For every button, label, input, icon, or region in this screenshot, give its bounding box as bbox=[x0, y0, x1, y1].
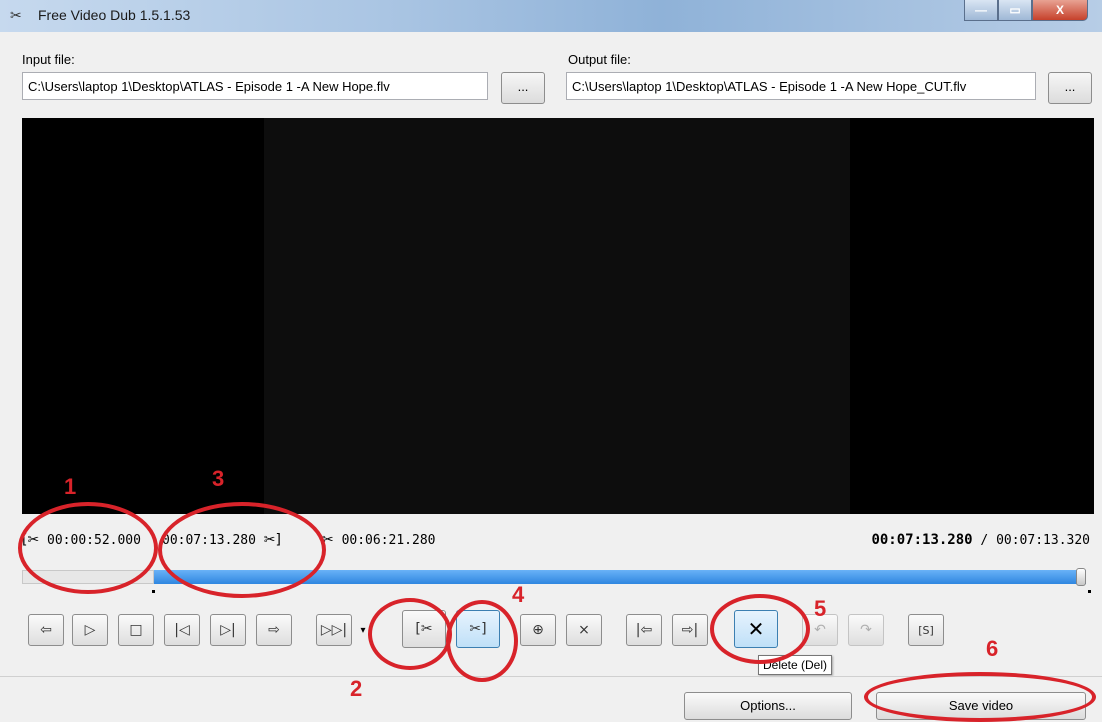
go-to-end-button[interactable]: ▷| bbox=[210, 614, 246, 646]
annotation-ring-2 bbox=[368, 598, 452, 670]
play-button[interactable]: ▷ bbox=[72, 614, 108, 646]
window-title: Free Video Dub 1.5.1.53 bbox=[38, 7, 191, 23]
go-selection-end-button[interactable]: ⇨| bbox=[672, 614, 708, 646]
current-time: 00:07:13.280 bbox=[871, 532, 973, 548]
next-frame-button[interactable]: ⇨ bbox=[256, 614, 292, 646]
stop-icon: □ bbox=[129, 622, 143, 638]
stop-button[interactable]: □ bbox=[118, 614, 154, 646]
trim-button[interactable]: ⨯ bbox=[566, 614, 602, 646]
video-frame bbox=[264, 118, 850, 514]
annotation-number-5: 5 bbox=[814, 596, 827, 621]
scissors-icon: ✂ bbox=[10, 7, 22, 23]
jump-start-icon: |⇦ bbox=[635, 622, 653, 638]
minimize-button[interactable]: — bbox=[964, 0, 998, 21]
trim-icon: ⨯ bbox=[578, 622, 590, 638]
selection-duration: ✂ 00:06:21.280 bbox=[322, 532, 435, 548]
output-file-label: Output file: bbox=[568, 52, 631, 67]
jump-end-icon: ⇨| bbox=[681, 622, 699, 638]
annotation-ring-5 bbox=[710, 594, 810, 664]
close-button[interactable]: X bbox=[1032, 0, 1088, 21]
annotation-number-3: 3 bbox=[212, 466, 225, 491]
output-file-field[interactable]: C:\Users\laptop 1\Desktop\ATLAS - Episod… bbox=[566, 72, 1036, 100]
annotation-ring-3 bbox=[158, 502, 326, 598]
redo-icon: ↷ bbox=[860, 622, 872, 638]
title-bar: ✂ Free Video Dub 1.5.1.53 — ▭ X bbox=[0, 0, 1102, 32]
play-icon: ▷ bbox=[84, 622, 96, 638]
annotation-ring-6 bbox=[864, 672, 1096, 722]
undo-icon: ↶ bbox=[814, 622, 826, 638]
annotation-number-1: 1 bbox=[64, 474, 77, 499]
total-time: / 00:07:13.320 bbox=[980, 533, 1090, 548]
input-browse-button[interactable]: ... bbox=[501, 72, 545, 104]
arrow-left-icon: ⇦ bbox=[40, 622, 52, 638]
screenshot-button[interactable]: [S] bbox=[908, 614, 944, 646]
timeline-handle[interactable] bbox=[1076, 568, 1086, 586]
split-icon: ⊕ bbox=[532, 622, 544, 638]
playback-position: 00:07:13.280 / 00:07:13.320 bbox=[871, 532, 1090, 548]
video-preview[interactable] bbox=[22, 118, 1094, 514]
annotation-number-4: 4 bbox=[512, 582, 525, 607]
input-file-label: Input file: bbox=[22, 52, 75, 67]
input-file-field[interactable]: C:\Users\laptop 1\Desktop\ATLAS - Episod… bbox=[22, 72, 488, 100]
duration-value: 00:06:21.280 bbox=[341, 533, 436, 548]
annotation-number-2: 2 bbox=[350, 676, 363, 701]
options-button[interactable]: Options... bbox=[684, 692, 852, 720]
output-browse-button[interactable]: ... bbox=[1048, 72, 1092, 104]
maximize-button[interactable]: ▭ bbox=[998, 0, 1032, 21]
annotation-ring-4 bbox=[446, 600, 518, 682]
annotation-ring-1 bbox=[18, 502, 158, 594]
fast-forward-button[interactable]: ▷▷| bbox=[316, 614, 352, 646]
go-selection-start-button[interactable]: |⇦ bbox=[626, 614, 662, 646]
window-controls: — ▭ X bbox=[964, 0, 1088, 22]
fast-forward-icon: ▷▷| bbox=[320, 622, 348, 638]
split-button[interactable]: ⊕ bbox=[520, 614, 556, 646]
go-to-start-button[interactable]: |◁ bbox=[164, 614, 200, 646]
chevron-down-icon: ▾ bbox=[360, 624, 366, 636]
snapshot-icon: [S] bbox=[918, 623, 934, 637]
skip-back-icon: |◁ bbox=[174, 622, 190, 638]
arrow-right-icon: ⇨ bbox=[268, 622, 280, 638]
selection-start-marker bbox=[152, 590, 155, 593]
prev-frame-button[interactable]: ⇦ bbox=[28, 614, 64, 646]
redo-button[interactable]: ↷ bbox=[848, 614, 884, 646]
annotation-number-6: 6 bbox=[986, 636, 999, 661]
selection-end-marker bbox=[1088, 590, 1091, 593]
skip-forward-icon: ▷| bbox=[220, 622, 236, 638]
